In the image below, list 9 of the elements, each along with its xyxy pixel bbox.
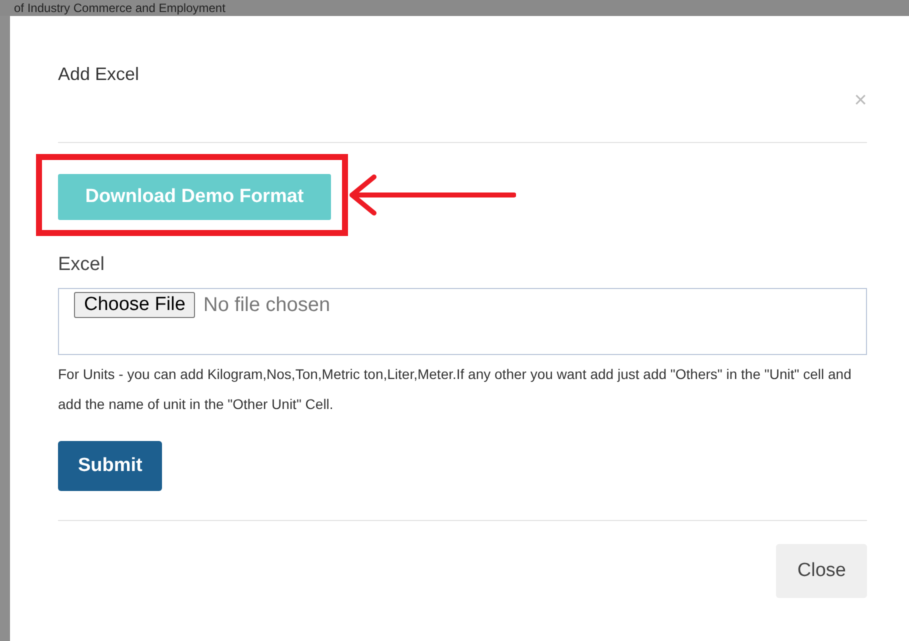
dialog-title: Add Excel <box>58 64 140 85</box>
file-status: No file chosen <box>203 293 330 317</box>
file-input[interactable]: Choose File No file chosen <box>58 288 867 355</box>
page-heading: of Industry Commerce and Employment <box>14 1 226 15</box>
field-label: Excel <box>58 254 106 276</box>
close-button[interactable]: Close <box>776 544 867 598</box>
submit-button[interactable]: Submit <box>58 441 162 491</box>
choose-file-button[interactable]: Choose File <box>74 292 196 318</box>
help-text: For Units - you can add Kilogram,Nos,Ton,Metric ton,Liter,Meter.If any other you want add just add "Others" in the "Unit" cell and add the name of unit in the "Other Unit" Cell. <box>58 365 852 414</box>
